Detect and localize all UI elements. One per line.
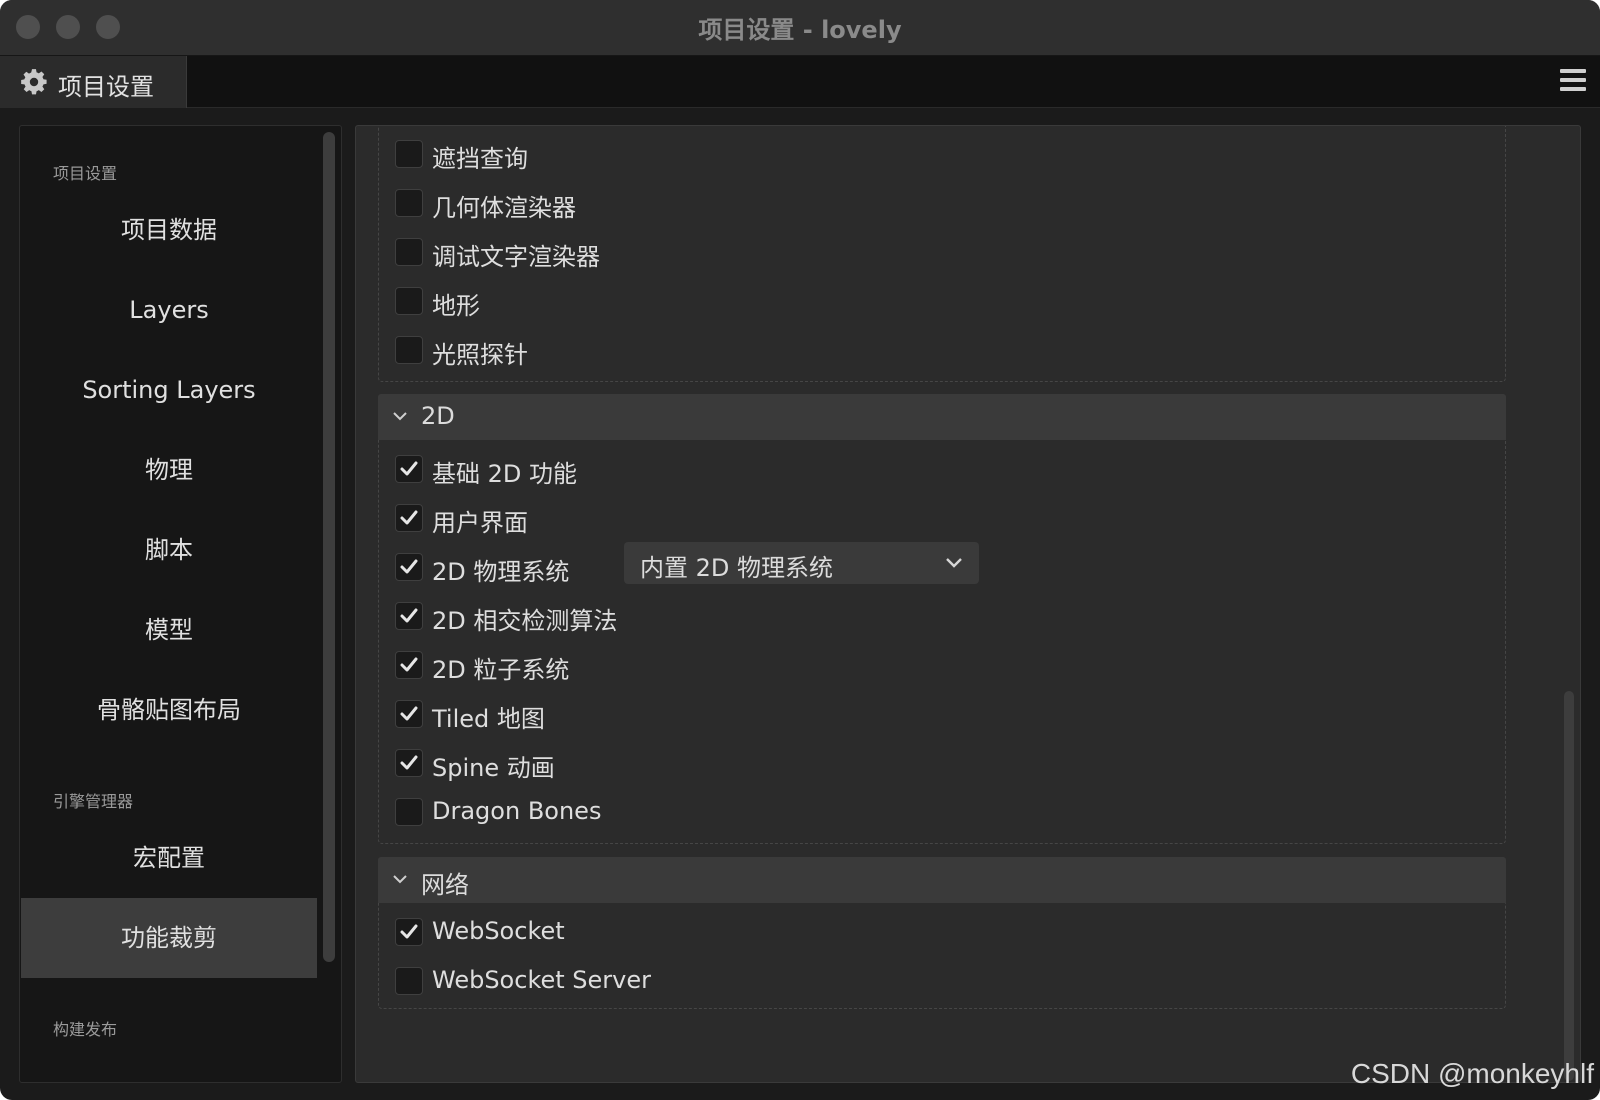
checkbox-unchecked[interactable]: [395, 336, 423, 364]
sidebar-item-feature-cropping[interactable]: 功能裁剪: [21, 898, 317, 978]
checkmark-icon: [400, 510, 418, 525]
option-label: 调试文字渲染器: [432, 243, 600, 271]
option-label: WebSocket Server: [432, 966, 651, 994]
checkmark-icon: [400, 755, 418, 770]
checkbox-checked[interactable]: [395, 749, 423, 777]
sidebar-item-sorting-layers[interactable]: Sorting Layers: [21, 350, 317, 430]
checkbox-checked[interactable]: [395, 553, 423, 581]
checkbox-unchecked[interactable]: [395, 798, 423, 826]
section-2d-header[interactable]: 2D: [378, 394, 1506, 440]
sidebar-item-skeleton-texture-layout[interactable]: 骨骼贴图布局: [21, 670, 317, 750]
option-label: Dragon Bones: [432, 797, 602, 825]
checkmark-icon: [400, 608, 418, 623]
chevron-down-icon: [946, 558, 962, 568]
sidebar-section-engine-manager: 引擎管理器: [53, 792, 134, 811]
checkbox-unchecked[interactable]: [395, 287, 423, 315]
sidebar-item-models[interactable]: 模型: [21, 590, 317, 670]
tab-bar: 项目设置: [0, 56, 1600, 108]
checkbox-checked[interactable]: [395, 602, 423, 630]
section-2d-title: 2D: [421, 402, 455, 430]
checkbox-unchecked[interactable]: [395, 967, 423, 995]
checkbox-checked[interactable]: [395, 918, 423, 946]
physics-system-select[interactable]: 内置 2D 物理系统: [624, 542, 979, 584]
sidebar-item-physics[interactable]: 物理: [21, 430, 317, 510]
chevron-down-icon: [393, 412, 407, 421]
option-label: 基础 2D 功能: [432, 460, 578, 488]
tab-project-settings[interactable]: 项目设置: [0, 56, 187, 108]
checkbox-unchecked[interactable]: [395, 189, 423, 217]
sidebar: 项目设置 项目数据 Layers Sorting Layers 物理 脚本 模型…: [19, 125, 342, 1083]
checkmark-icon: [400, 559, 418, 574]
gear-icon: [21, 69, 47, 95]
sidebar-item-project-data[interactable]: 项目数据: [21, 190, 317, 270]
content-scrollbar[interactable]: [1564, 691, 1574, 1081]
option-label: 几何体渲染器: [432, 194, 576, 222]
sidebar-scrollbar[interactable]: [323, 132, 335, 962]
option-label: Tiled 地图: [432, 705, 545, 733]
sidebar-item-macro-config[interactable]: 宏配置: [21, 818, 317, 898]
checkbox-checked[interactable]: [395, 651, 423, 679]
sidebar-item-scripts[interactable]: 脚本: [21, 510, 317, 590]
checkbox-checked[interactable]: [395, 700, 423, 728]
option-label: 用户界面: [432, 509, 528, 537]
checkbox-unchecked[interactable]: [395, 238, 423, 266]
window-title: 项目设置 - lovely: [698, 16, 902, 44]
sidebar-section-project-settings: 项目设置: [53, 164, 118, 183]
sidebar-item-layers[interactable]: Layers: [21, 270, 317, 350]
chevron-down-icon: [393, 875, 407, 884]
hamburger-menu-icon[interactable]: [1560, 69, 1586, 93]
option-label: Spine 动画: [432, 754, 555, 782]
checkmark-icon: [400, 657, 418, 672]
checkmark-icon: [400, 461, 418, 476]
option-label: 2D 物理系统: [432, 558, 570, 586]
select-value: 内置 2D 物理系统: [640, 554, 834, 582]
settings-content: 遮挡查询几何体渲染器 调试文字渲染器 地形光照探针 2D 基础 2D 功能 用户界面 2…: [355, 125, 1581, 1083]
checkbox-unchecked[interactable]: [395, 140, 423, 168]
watermark: CSDN @monkeyhlf: [1350, 1058, 1594, 1089]
option-label: 光照探针: [432, 341, 528, 369]
checkbox-checked[interactable]: [395, 504, 423, 532]
sidebar-section-build-publish: 构建发布: [53, 1020, 118, 1039]
section-network-header[interactable]: 网络: [378, 857, 1506, 903]
checkbox-checked[interactable]: [395, 455, 423, 483]
checkmark-icon: [400, 924, 418, 939]
option-label: 2D 粒子系统: [432, 656, 570, 684]
section-network-title: 网络: [421, 871, 469, 899]
project-settings-window: 项目设置 - lovely 项目设置 项目设置 项目数据 Layers Sort…: [0, 0, 1600, 1100]
checkmark-icon: [400, 706, 418, 721]
option-label: 2D 相交检测算法: [432, 607, 618, 635]
tab-label: 项目设置: [58, 73, 154, 101]
title-bar: 项目设置 - lovely: [0, 0, 1600, 56]
option-label: 遮挡查询: [432, 145, 528, 173]
option-label: WebSocket: [432, 917, 565, 945]
option-label: 地形: [432, 292, 480, 320]
